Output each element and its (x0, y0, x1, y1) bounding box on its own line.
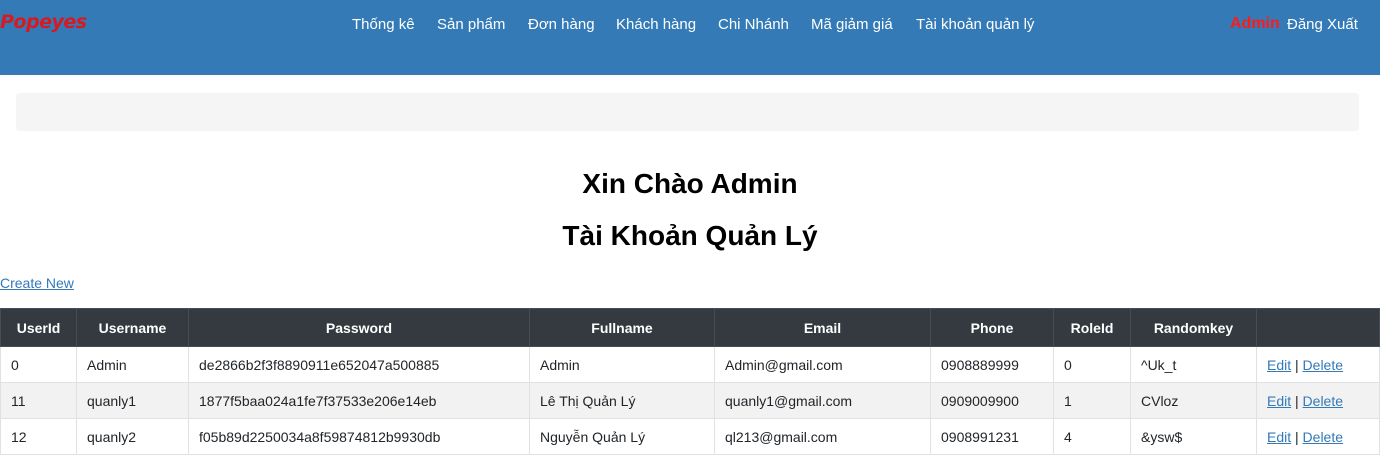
cell-userid: 0 (0, 346, 77, 383)
cell-actions: Edit | Delete (1256, 418, 1380, 455)
cell-actions: Edit | Delete (1256, 346, 1380, 383)
cell-email: quanly1@gmail.com (714, 382, 931, 419)
edit-link[interactable]: Edit (1267, 393, 1291, 409)
action-separator: | (1295, 392, 1299, 409)
cell-phone: 0909009900 (930, 382, 1054, 419)
cell-userid: 11 (0, 382, 77, 419)
cell-randomkey: ^Uk_t (1130, 346, 1257, 383)
header-phone[interactable]: Phone (930, 308, 1054, 347)
header-username[interactable]: Username (76, 308, 189, 347)
greeting-heading: Xin Chào Admin (582, 168, 798, 199)
cell-randomkey: &ysw$ (1130, 418, 1257, 455)
cell-fullname: Nguyễn Quản Lý (529, 418, 715, 455)
cell-email: ql213@gmail.com (714, 418, 931, 455)
header-email[interactable]: Email (714, 308, 931, 347)
cell-fullname: Admin (529, 346, 715, 383)
header-userid[interactable]: UserId (0, 308, 77, 347)
header-actions (1256, 308, 1380, 347)
nav-item-khach-hang[interactable]: Khách hàng (616, 16, 696, 33)
top-navbar: Popeyes Thống kê Sản phẩm Đơn hàng Khách… (0, 0, 1380, 75)
page-title: Tài Khoản Quản Lý (562, 220, 818, 251)
nav-item-chi-nhanh[interactable]: Chi Nhánh (718, 16, 789, 33)
table-row: 0 Admin de2866b2f3f8890911e652047a500885… (0, 346, 1380, 383)
cell-randomkey: CVloz (1130, 382, 1257, 419)
table-row: 11 quanly1 1877f5baa024a1fe7f37533e206e1… (0, 382, 1380, 419)
cell-phone: 0908991231 (930, 418, 1054, 455)
cell-password: 1877f5baa024a1fe7f37533e206e14eb (188, 382, 530, 419)
cell-password: f05b89d2250034a8f59874812b9930db (188, 418, 530, 455)
edit-link[interactable]: Edit (1267, 357, 1291, 373)
nav-item-thong-ke[interactable]: Thống kê (352, 16, 415, 33)
cell-phone: 0908889999 (930, 346, 1054, 383)
edit-link[interactable]: Edit (1267, 429, 1291, 445)
header-fullname[interactable]: Fullname (529, 308, 715, 347)
cell-roleid: 1 (1053, 382, 1131, 419)
header-roleid[interactable]: RoleId (1053, 308, 1131, 347)
nav-item-san-pham[interactable]: Sản phẩm (437, 16, 505, 33)
cell-username: quanly1 (76, 382, 189, 419)
popeyes-logo[interactable]: Popeyes (0, 11, 87, 33)
nav-item-tai-khoan-quan-ly[interactable]: Tài khoản quản lý (916, 16, 1034, 33)
header-password[interactable]: Password (188, 308, 530, 347)
table-row: 12 quanly2 f05b89d2250034a8f59874812b993… (0, 418, 1380, 455)
cell-actions: Edit | Delete (1256, 382, 1380, 419)
cell-username: quanly2 (76, 418, 189, 455)
cell-username: Admin (76, 346, 189, 383)
delete-link[interactable]: Delete (1303, 393, 1343, 409)
table-header-row: UserId Username Password Fullname Email … (0, 308, 1380, 347)
logout-link[interactable]: Đăng Xuất (1287, 16, 1358, 33)
admin-username: Admin (1230, 15, 1280, 32)
cell-password: de2866b2f3f8890911e652047a500885 (188, 346, 530, 383)
cell-roleid: 4 (1053, 418, 1131, 455)
action-separator: | (1295, 428, 1299, 445)
cell-fullname: Lê Thị Quản Lý (529, 382, 715, 419)
cell-userid: 12 (0, 418, 77, 455)
delete-link[interactable]: Delete (1303, 429, 1343, 445)
delete-link[interactable]: Delete (1303, 357, 1343, 373)
create-new-link[interactable]: Create New (0, 275, 74, 291)
nav-item-ma-giam-gia[interactable]: Mã giảm giá (811, 16, 893, 33)
accounts-table: UserId Username Password Fullname Email … (0, 308, 1380, 455)
action-separator: | (1295, 356, 1299, 373)
cell-roleid: 0 (1053, 346, 1131, 383)
cell-email: Admin@gmail.com (714, 346, 931, 383)
breadcrumb-bar (16, 93, 1359, 131)
nav-item-don-hang[interactable]: Đơn hàng (528, 16, 595, 33)
header-randomkey[interactable]: Randomkey (1130, 308, 1257, 347)
